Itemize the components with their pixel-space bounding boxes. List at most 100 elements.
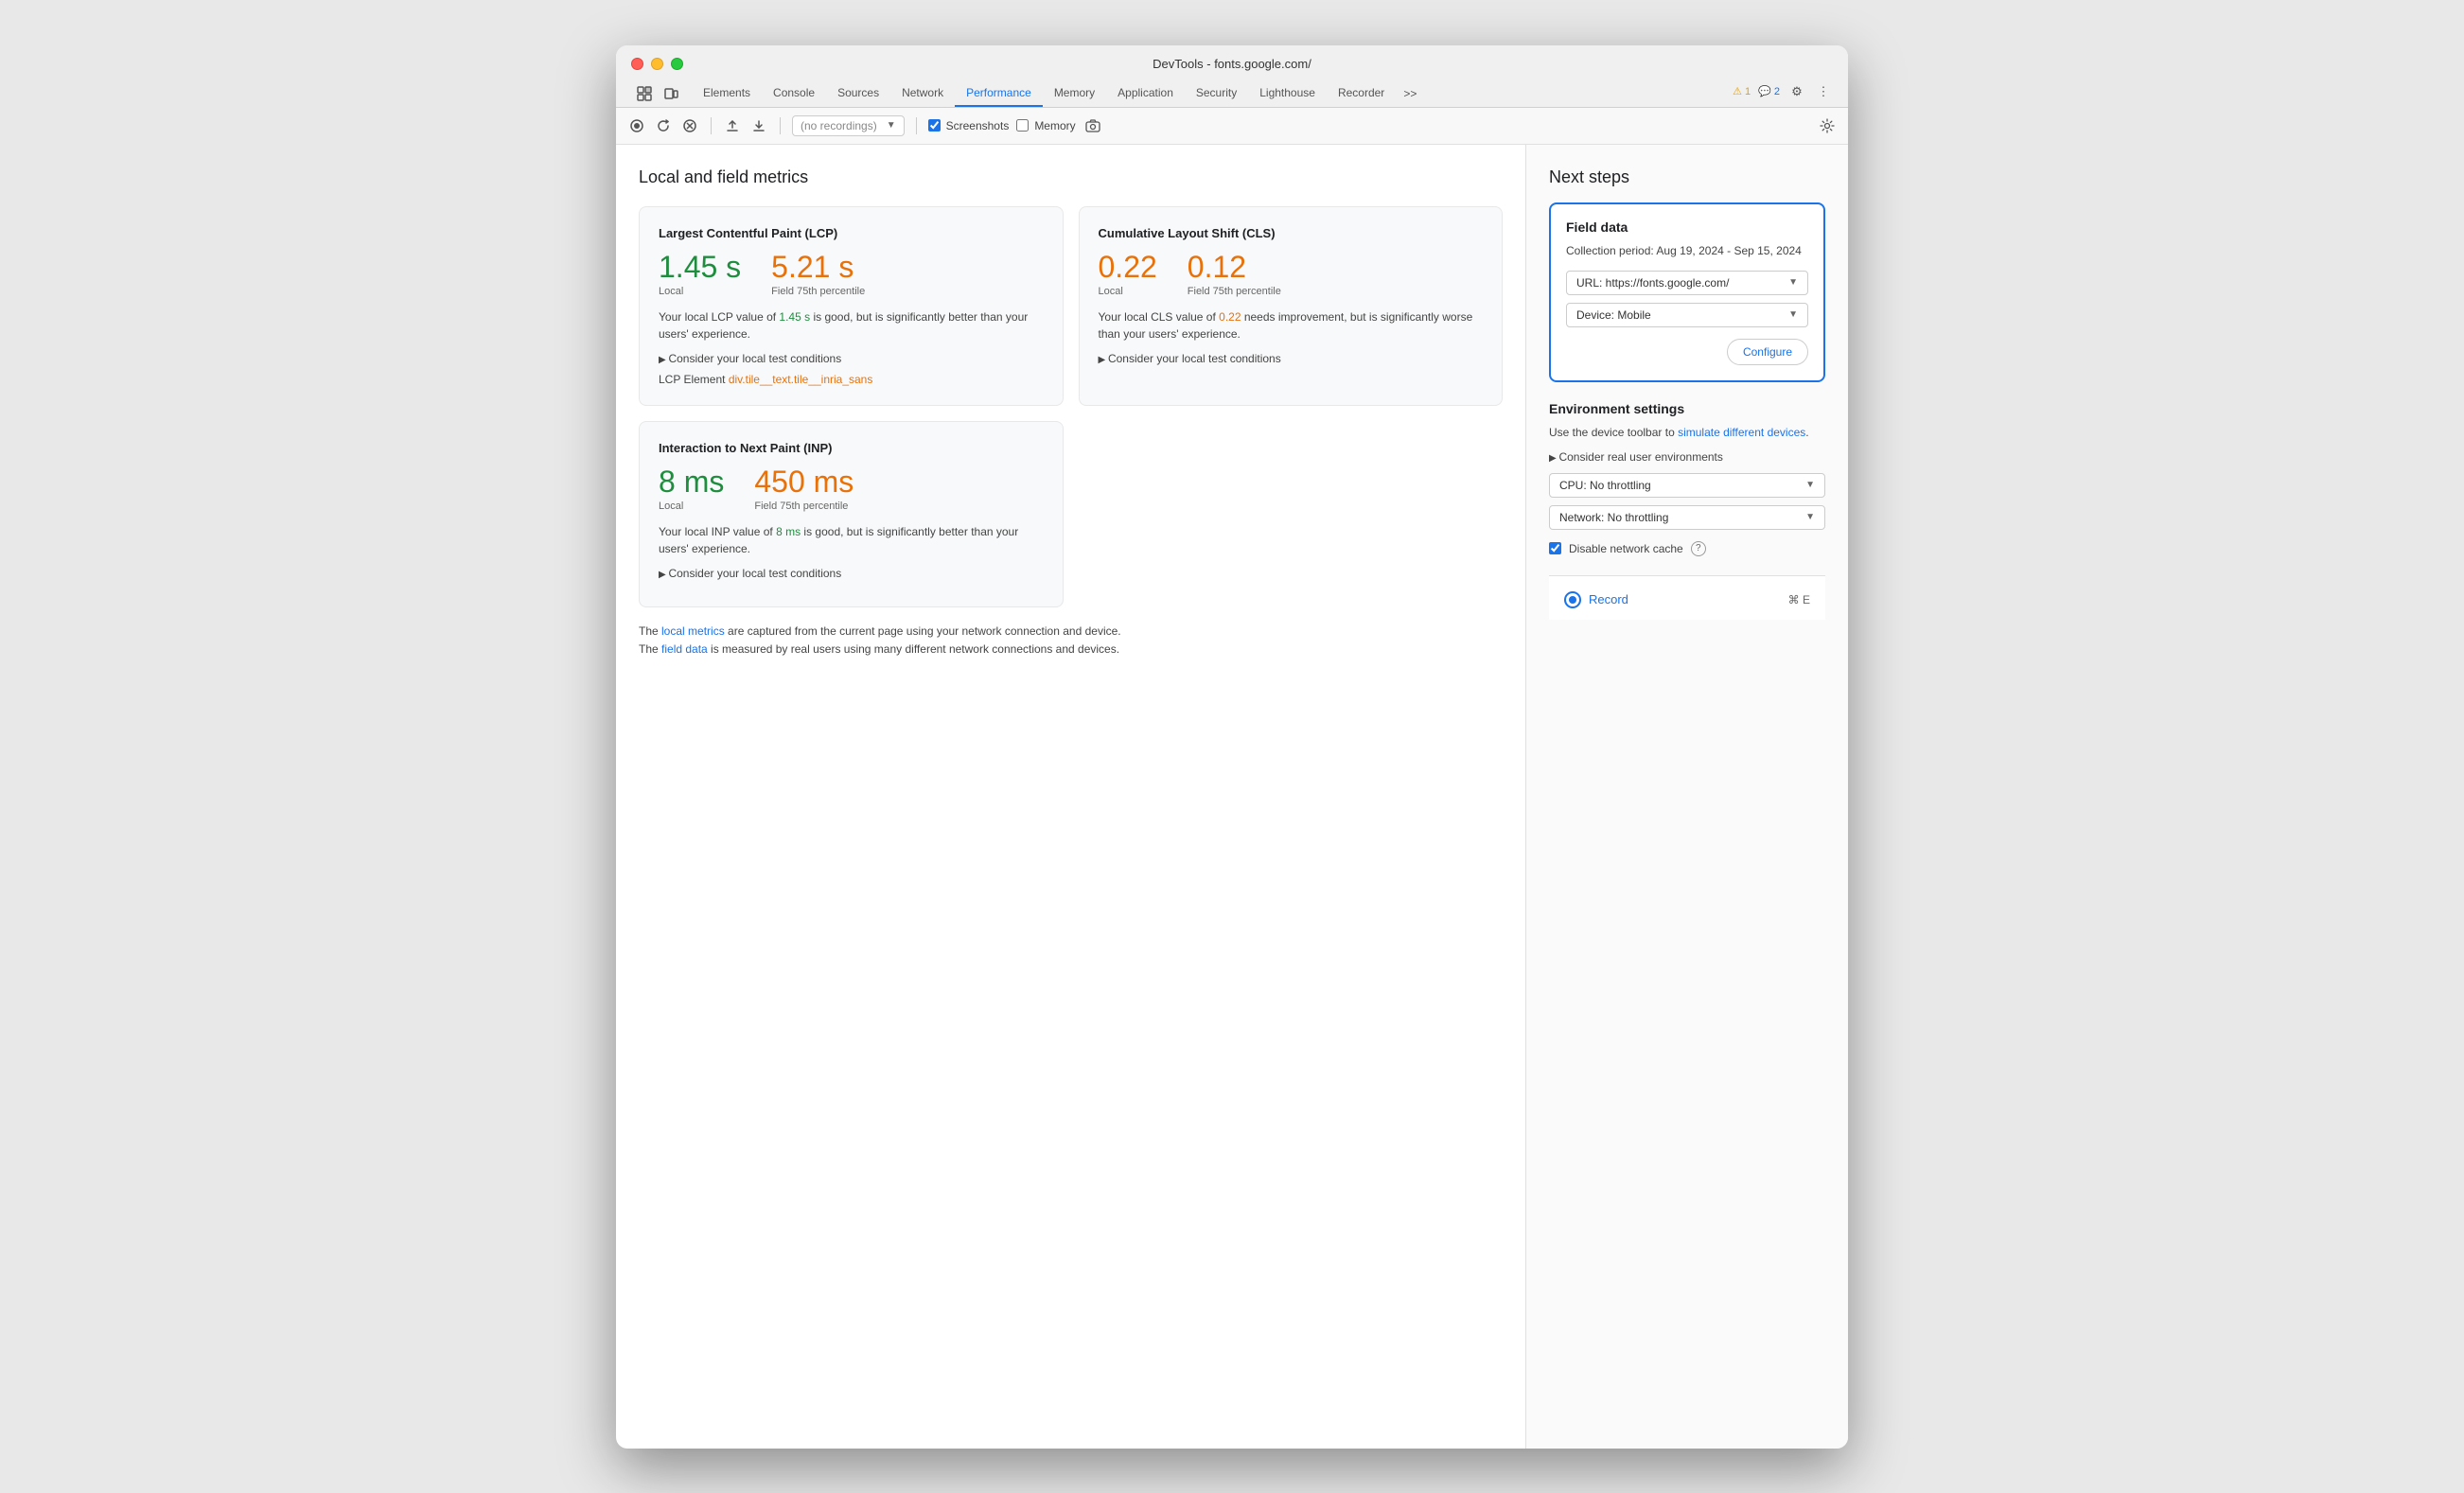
performance-toolbar: (no recordings) ▼ Screenshots Memory bbox=[616, 108, 1848, 145]
recordings-dropdown[interactable]: (no recordings) ▼ bbox=[792, 115, 905, 136]
inp-title: Interaction to Next Paint (INP) bbox=[659, 441, 1044, 455]
cls-field-value: 0.12 Field 75th percentile bbox=[1188, 252, 1281, 297]
disable-cache-group[interactable]: Disable network cache ? bbox=[1549, 541, 1825, 556]
warning-badge[interactable]: ⚠ 1 bbox=[1733, 85, 1751, 97]
tab-sources[interactable]: Sources bbox=[826, 80, 890, 107]
cls-field-label: Field 75th percentile bbox=[1188, 286, 1281, 297]
bottom-note: The local metrics are captured from the … bbox=[639, 623, 1503, 659]
bottom-metrics-grid: Interaction to Next Paint (INP) 8 ms Loc… bbox=[639, 421, 1503, 607]
lcp-consider-link[interactable]: Consider your local test conditions bbox=[659, 352, 1044, 365]
more-options-icon[interactable]: ⋮ bbox=[1814, 82, 1833, 101]
inspector-icon[interactable] bbox=[635, 84, 654, 103]
memory-checkbox-group[interactable]: Memory bbox=[1016, 119, 1075, 132]
inp-local-value: 8 ms Local bbox=[659, 466, 724, 512]
simulate-devices-link[interactable]: simulate different devices bbox=[1678, 426, 1805, 439]
device-select[interactable]: Device: Mobile ▼ bbox=[1566, 303, 1808, 327]
environment-settings: Environment settings Use the device tool… bbox=[1549, 401, 1825, 556]
inp-values: 8 ms Local 450 ms Field 75th percentile bbox=[659, 466, 1044, 512]
device-toolbar-icon[interactable] bbox=[661, 84, 680, 103]
download-button[interactable] bbox=[749, 116, 768, 135]
url-select-arrow: ▼ bbox=[1788, 277, 1798, 288]
lcp-field-label: Field 75th percentile bbox=[771, 286, 865, 297]
window-title: DevTools - fonts.google.com/ bbox=[1153, 57, 1311, 71]
record-bar: Record ⌘ E bbox=[1549, 575, 1825, 620]
cpu-select[interactable]: CPU: No throttling ▼ bbox=[1549, 473, 1825, 498]
env-title: Environment settings bbox=[1549, 401, 1825, 416]
tab-elements[interactable]: Elements bbox=[692, 80, 762, 107]
clear-button[interactable] bbox=[680, 116, 699, 135]
titlebar-top: DevTools - fonts.google.com/ bbox=[631, 57, 1833, 71]
info-badge[interactable]: 💬 2 bbox=[1758, 85, 1780, 97]
field-data-box: Field data Collection period: Aug 19, 20… bbox=[1549, 202, 1825, 382]
upload-button[interactable] bbox=[723, 116, 742, 135]
toolbar-separator-1 bbox=[711, 117, 712, 134]
screenshot-capture-icon[interactable] bbox=[1083, 116, 1102, 135]
lcp-element: LCP Element div.tile__text.tile__inria_s… bbox=[659, 373, 1044, 386]
lcp-local-value: 1.45 s Local bbox=[659, 252, 741, 297]
right-panel: Next steps Field data Collection period:… bbox=[1526, 145, 1848, 1449]
help-icon[interactable]: ? bbox=[1691, 541, 1706, 556]
warning-icon: ⚠ bbox=[1733, 85, 1742, 97]
consider-env-link[interactable]: Consider real user environments bbox=[1549, 450, 1825, 464]
configure-button[interactable]: Configure bbox=[1727, 339, 1808, 365]
lcp-local-number: 1.45 s bbox=[659, 252, 741, 282]
record-shortcut: ⌘ E bbox=[1788, 593, 1810, 606]
close-button[interactable] bbox=[631, 58, 643, 70]
record-button[interactable] bbox=[627, 116, 646, 135]
tab-memory[interactable]: Memory bbox=[1043, 80, 1106, 107]
disable-cache-checkbox[interactable] bbox=[1549, 542, 1561, 554]
inp-field-label: Field 75th percentile bbox=[754, 501, 854, 512]
tab-recorder[interactable]: Recorder bbox=[1327, 80, 1396, 107]
lcp-description: Your local LCP value of 1.45 s is good, … bbox=[659, 308, 1044, 343]
tab-security[interactable]: Security bbox=[1185, 80, 1248, 107]
lcp-values: 1.45 s Local 5.21 s Field 75th percentil… bbox=[659, 252, 1044, 297]
screenshots-checkbox-group[interactable]: Screenshots bbox=[928, 119, 1010, 132]
toolbar-settings-icon[interactable] bbox=[1818, 116, 1837, 135]
tab-application[interactable]: Application bbox=[1106, 80, 1185, 107]
toolbar-right bbox=[1818, 116, 1837, 135]
lcp-element-link[interactable]: div.tile__text.tile__inria_sans bbox=[729, 373, 873, 386]
local-metrics-link[interactable]: local metrics bbox=[661, 624, 725, 638]
network-select-label: Network: No throttling bbox=[1559, 511, 1668, 524]
tab-lighthouse[interactable]: Lighthouse bbox=[1248, 80, 1327, 107]
inp-field-number: 450 ms bbox=[754, 466, 854, 497]
device-select-label: Device: Mobile bbox=[1576, 308, 1651, 322]
network-select[interactable]: Network: No throttling ▼ bbox=[1549, 505, 1825, 530]
cls-consider-link[interactable]: Consider your local test conditions bbox=[1099, 352, 1484, 365]
more-tabs-button[interactable]: >> bbox=[1396, 81, 1424, 106]
inp-consider-link[interactable]: Consider your local test conditions bbox=[659, 567, 1044, 580]
toolbar-separator-3 bbox=[916, 117, 917, 134]
cls-title: Cumulative Layout Shift (CLS) bbox=[1099, 226, 1484, 240]
titlebar: DevTools - fonts.google.com/ Elements bbox=[616, 45, 1848, 108]
left-panel: Local and field metrics Largest Contentf… bbox=[616, 145, 1526, 1449]
window-controls bbox=[631, 58, 683, 70]
field-data-link[interactable]: field data bbox=[661, 642, 708, 656]
right-panel-title: Next steps bbox=[1549, 167, 1825, 187]
lcp-field-number: 5.21 s bbox=[771, 252, 865, 282]
main-content: Local and field metrics Largest Contentf… bbox=[616, 145, 1848, 1449]
record-button-bottom[interactable]: Record bbox=[1564, 591, 1628, 608]
env-description: Use the device toolbar to simulate diffe… bbox=[1549, 424, 1825, 441]
devtools-window: DevTools - fonts.google.com/ Elements bbox=[616, 45, 1848, 1449]
recordings-arrow: ▼ bbox=[887, 120, 896, 131]
cpu-select-arrow: ▼ bbox=[1805, 480, 1815, 490]
minimize-button[interactable] bbox=[651, 58, 663, 70]
devtools-tab-bar: Elements Console Sources Network Perform… bbox=[631, 80, 1833, 107]
reload-button[interactable] bbox=[654, 116, 673, 135]
tab-console[interactable]: Console bbox=[762, 80, 826, 107]
screenshots-checkbox[interactable] bbox=[928, 119, 941, 132]
settings-gear-icon[interactable]: ⚙ bbox=[1787, 82, 1806, 101]
cls-card: Cumulative Layout Shift (CLS) 0.22 Local… bbox=[1079, 206, 1504, 406]
disable-cache-label: Disable network cache bbox=[1569, 542, 1683, 555]
cls-local-number: 0.22 bbox=[1099, 252, 1157, 282]
maximize-button[interactable] bbox=[671, 58, 683, 70]
cls-local-value: 0.22 Local bbox=[1099, 252, 1157, 297]
memory-checkbox[interactable] bbox=[1016, 119, 1029, 132]
inp-card: Interaction to Next Paint (INP) 8 ms Loc… bbox=[639, 421, 1064, 607]
lcp-field-value: 5.21 s Field 75th percentile bbox=[771, 252, 865, 297]
tab-performance[interactable]: Performance bbox=[955, 80, 1043, 107]
cls-description: Your local CLS value of 0.22 needs impro… bbox=[1099, 308, 1484, 343]
url-select[interactable]: URL: https://fonts.google.com/ ▼ bbox=[1566, 271, 1808, 295]
tab-network[interactable]: Network bbox=[890, 80, 955, 107]
recordings-placeholder: (no recordings) bbox=[801, 119, 877, 132]
